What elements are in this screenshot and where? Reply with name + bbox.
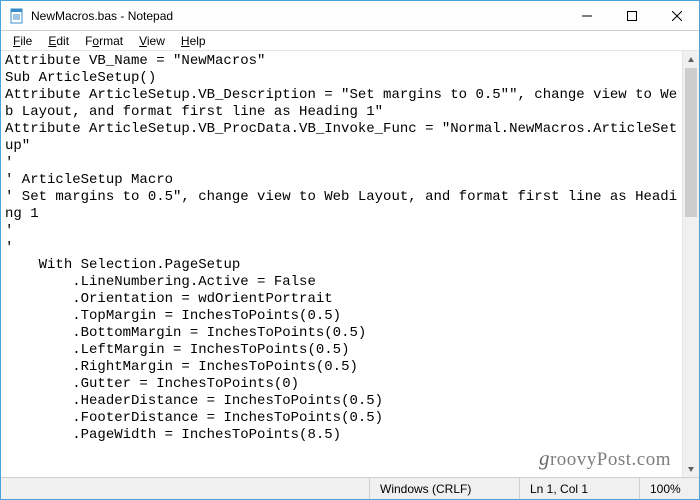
menu-format[interactable]: Format	[77, 32, 131, 50]
text-editor[interactable]: Attribute VB_Name = "NewMacros" Sub Arti…	[1, 51, 682, 477]
maximize-button[interactable]	[609, 1, 654, 30]
menu-file[interactable]: File	[5, 32, 40, 50]
status-zoom[interactable]: 100%	[639, 478, 699, 499]
statusbar-spacer	[1, 478, 369, 499]
close-button[interactable]	[654, 1, 699, 30]
minimize-button[interactable]	[564, 1, 609, 30]
status-line-ending: Windows (CRLF)	[369, 478, 519, 499]
scrollbar-track[interactable]	[683, 68, 699, 460]
window-title: NewMacros.bas - Notepad	[31, 9, 564, 23]
menu-view[interactable]: View	[131, 32, 173, 50]
menu-help[interactable]: Help	[173, 32, 214, 50]
menu-edit[interactable]: Edit	[40, 32, 77, 50]
scroll-up-arrow-icon[interactable]	[683, 51, 699, 68]
statusbar: Windows (CRLF) Ln 1, Col 1 100%	[1, 477, 699, 499]
editor-area: Attribute VB_Name = "NewMacros" Sub Arti…	[1, 51, 699, 477]
status-caret-position: Ln 1, Col 1	[519, 478, 639, 499]
notepad-app-icon	[9, 8, 25, 24]
titlebar: NewMacros.bas - Notepad	[1, 1, 699, 31]
scrollbar-thumb[interactable]	[685, 68, 697, 217]
window-controls	[564, 1, 699, 30]
menubar: File Edit Format View Help	[1, 31, 699, 51]
scroll-down-arrow-icon[interactable]	[683, 460, 699, 477]
vertical-scrollbar[interactable]	[682, 51, 699, 477]
